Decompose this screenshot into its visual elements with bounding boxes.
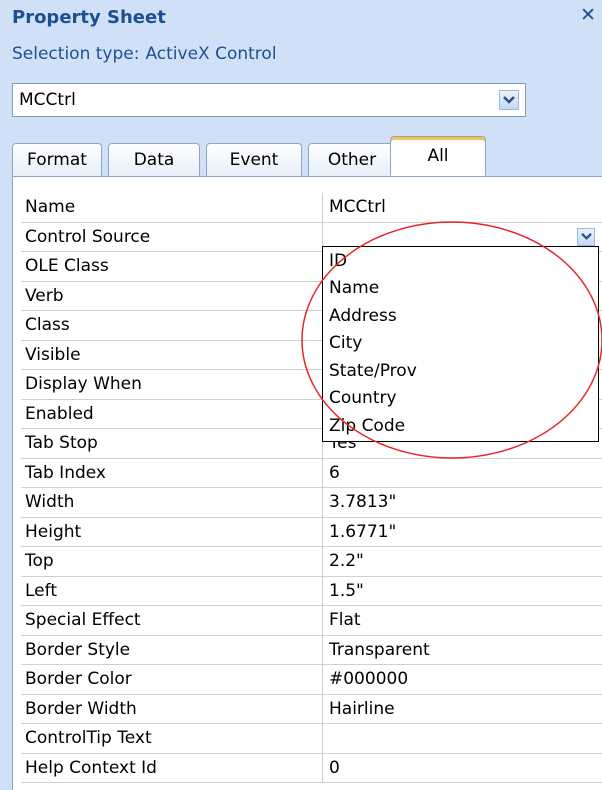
property-value[interactable]: Flat — [323, 606, 602, 635]
property-name: Verb — [21, 281, 323, 310]
chevron-down-icon — [503, 96, 515, 104]
property-row[interactable]: Special Effect Flat — [21, 606, 602, 636]
object-selector-value: MCCtrl — [19, 90, 76, 110]
property-name: Border Color — [21, 665, 323, 694]
property-value[interactable]: Transparent — [323, 636, 602, 665]
property-value[interactable]: 6 — [323, 459, 602, 488]
property-row[interactable]: Tab Index 6 — [21, 458, 602, 488]
tab-format[interactable]: Format — [12, 143, 102, 176]
dropdown-option[interactable]: Zip Code — [323, 412, 598, 440]
property-name: OLE Class — [21, 252, 323, 281]
property-value[interactable]: 0 — [323, 754, 602, 783]
property-name: ControlTip Text — [21, 724, 323, 753]
property-row[interactable]: Border Style Transparent — [21, 635, 602, 665]
property-value[interactable] — [323, 724, 602, 753]
dropdown-option[interactable]: State/Prov — [323, 357, 598, 385]
tab-event[interactable]: Event — [206, 143, 302, 176]
property-name: Tab Stop — [21, 429, 323, 458]
selection-type-label: Selection type: — [12, 44, 140, 64]
object-selector-combo[interactable]: MCCtrl — [12, 83, 526, 117]
tab-other[interactable]: Other — [308, 143, 396, 176]
chevron-down-icon — [580, 233, 592, 240]
property-row[interactable]: Width 3.7813" — [21, 488, 602, 518]
panel-title-bar: Property Sheet — [12, 0, 602, 34]
property-name: Enabled — [21, 399, 323, 428]
panel-title: Property Sheet — [12, 6, 166, 28]
property-name: Display When — [21, 370, 323, 399]
tab-data[interactable]: Data — [108, 143, 200, 176]
property-name: Class — [21, 311, 323, 340]
property-value[interactable]: 1.5" — [323, 577, 602, 606]
selection-type-value: ActiveX Control — [145, 44, 277, 64]
property-name: Width — [21, 488, 323, 517]
control-source-dropdown-button[interactable] — [577, 227, 595, 246]
property-name: Tab Index — [21, 458, 323, 487]
selection-type: Selection type: ActiveX Control — [12, 44, 277, 64]
property-value[interactable]: Hairline — [323, 695, 602, 724]
dropdown-option[interactable]: Name — [323, 275, 598, 303]
property-row[interactable]: Top 2.2" — [21, 547, 602, 577]
property-name: Height — [21, 517, 323, 546]
property-value[interactable]: #000000 — [323, 665, 602, 694]
dropdown-option[interactable]: Country — [323, 385, 598, 413]
property-name: Visible — [21, 340, 323, 369]
property-name: Top — [21, 547, 323, 576]
close-icon[interactable]: ✕ — [580, 4, 596, 26]
property-name: Special Effect — [21, 606, 323, 635]
property-value[interactable]: 3.7813" — [323, 488, 602, 517]
property-value[interactable]: 2.2" — [323, 547, 602, 576]
property-name: Border Width — [21, 694, 323, 723]
property-value[interactable]: MCCtrl — [323, 193, 602, 222]
dropdown-option[interactable]: ID — [323, 247, 598, 275]
property-name: Help Context Id — [21, 753, 323, 782]
property-name: Name — [21, 193, 323, 222]
property-row[interactable]: Help Context Id 0 — [21, 753, 602, 783]
property-row[interactable]: Border Color #000000 — [21, 665, 602, 695]
property-row[interactable]: Left 1.5" — [21, 576, 602, 606]
property-name: Control Source — [21, 222, 323, 251]
property-name: Border Style — [21, 635, 323, 664]
property-row[interactable]: Name MCCtrl — [21, 193, 602, 223]
dropdown-option[interactable]: Address — [323, 302, 598, 330]
property-row[interactable]: Border Width Hairline — [21, 694, 602, 724]
property-row[interactable]: ControlTip Text — [21, 724, 602, 754]
dropdown-option[interactable]: City — [323, 330, 598, 358]
property-value[interactable]: 1.6771" — [323, 518, 602, 547]
control-source-dropdown-list[interactable]: ID Name Address City State/Prov Country Zip Co… — [322, 246, 599, 442]
tab-strip: Format Data Event Other All — [12, 136, 602, 176]
property-row[interactable]: Height 1.6771" — [21, 517, 602, 547]
property-name: Left — [21, 576, 323, 605]
object-selector-dropdown-button[interactable] — [499, 90, 519, 110]
tab-all[interactable]: All — [390, 136, 486, 176]
